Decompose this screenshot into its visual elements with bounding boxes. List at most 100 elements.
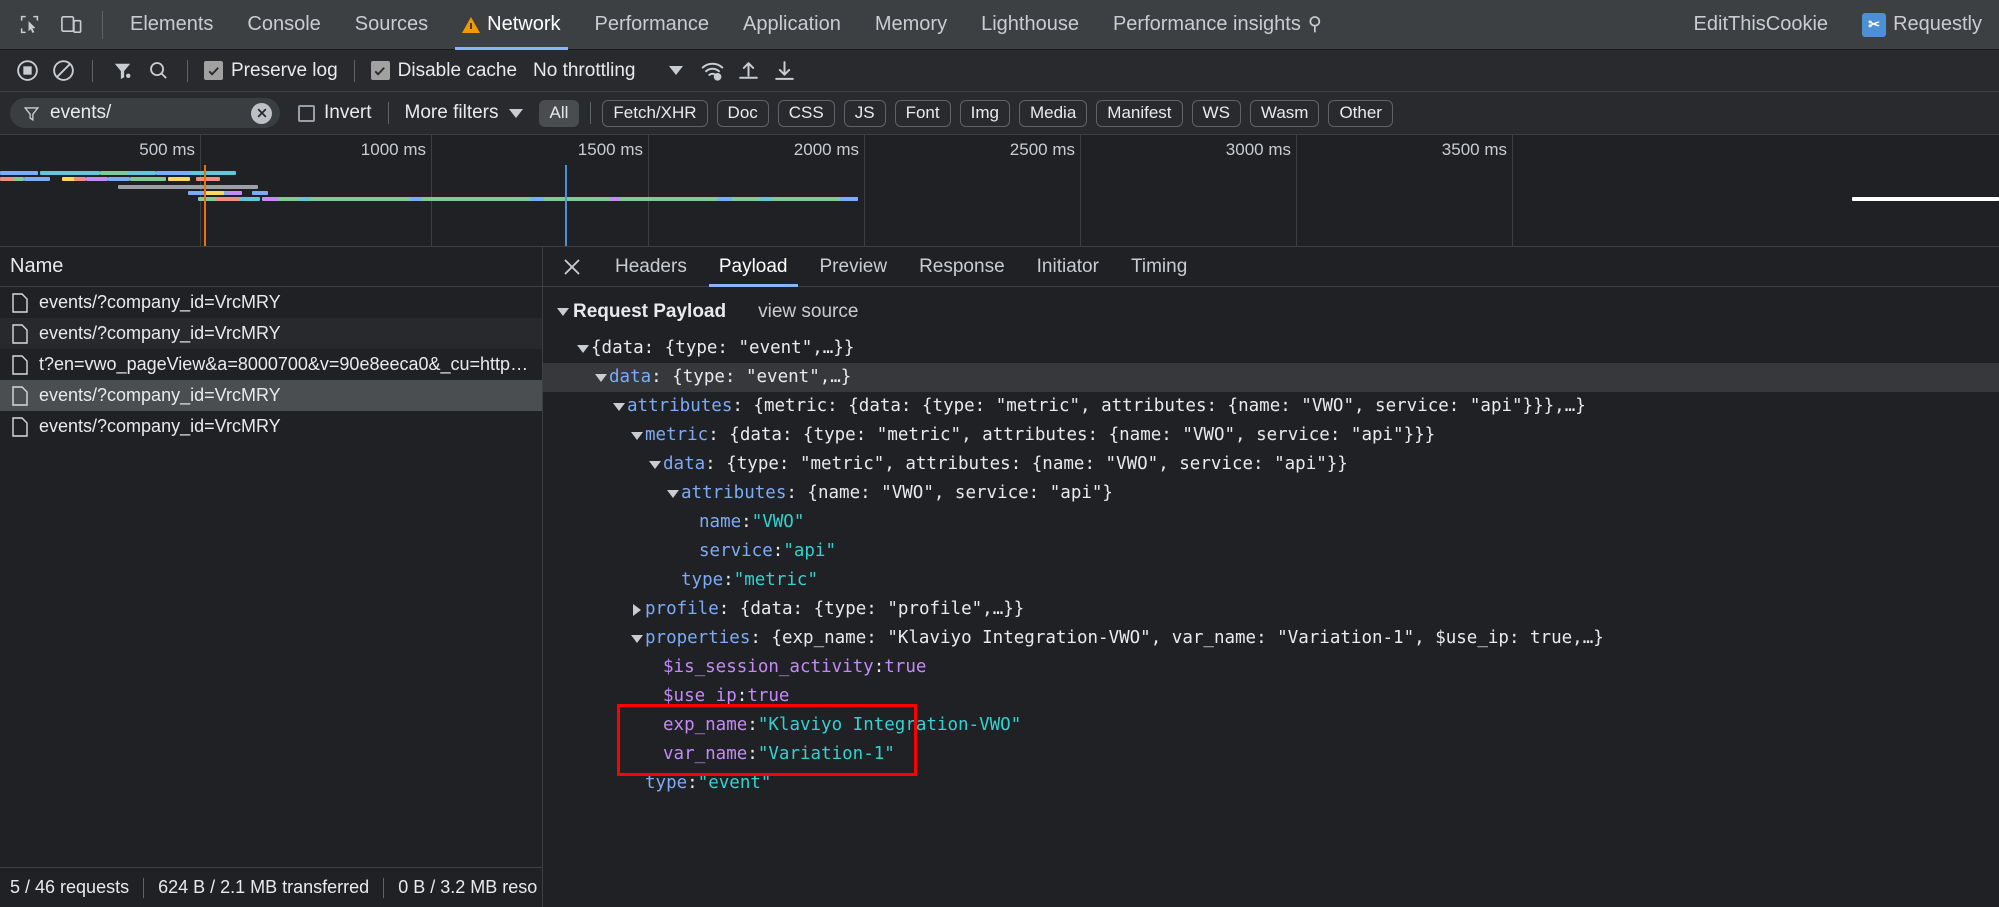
tab-application[interactable]: Application <box>726 0 858 50</box>
table-row[interactable]: events/?company_id=VrcMRY <box>0 318 542 349</box>
json-tree-row[interactable]: {data: {type: "event",…}} <box>543 334 1999 363</box>
json-tree-row[interactable]: data: {type: "event",…} <box>543 363 1999 392</box>
chip-label: Img <box>970 103 999 122</box>
status-divider <box>383 877 385 898</box>
tab-performance-insights[interactable]: Performance insights ⚲ <box>1096 0 1339 50</box>
close-icon[interactable] <box>555 250 589 284</box>
tab-network[interactable]: Network <box>445 0 577 50</box>
chip-css[interactable]: CSS <box>777 99 835 127</box>
json-text: : {type: "event",…} <box>651 367 852 387</box>
detail-tab-preview[interactable]: Preview <box>804 247 904 287</box>
filter-input-value[interactable]: events/ <box>50 102 242 124</box>
overview-bar <box>718 197 732 201</box>
section-title-label: Request Payload <box>573 301 727 322</box>
json-tree-row[interactable]: properties: {exp_name: "Klaviyo Integrat… <box>543 624 1999 653</box>
preserve-log-label: Preserve log <box>231 59 338 81</box>
request-payload-title[interactable]: Request Payload <box>557 297 726 326</box>
triangle-down-icon[interactable] <box>575 344 591 353</box>
detail-tab-timing[interactable]: Timing <box>1115 247 1203 287</box>
request-payload-viewer[interactable]: Request Payload view source {data: {type… <box>543 287 1999 907</box>
json-text: : <box>747 744 758 764</box>
json-text: : <box>741 512 752 532</box>
triangle-down-icon[interactable] <box>611 402 627 411</box>
chip-manifest[interactable]: Manifest <box>1096 99 1183 127</box>
triangle-down-icon[interactable] <box>629 634 645 643</box>
toolbar-divider <box>92 59 93 82</box>
json-tree-row[interactable]: name: "VWO" <box>543 508 1999 537</box>
table-row[interactable]: events/?company_id=VrcMRY <box>0 411 542 442</box>
json-tree-row[interactable]: type: "event" <box>543 769 1999 798</box>
table-row[interactable]: events/?company_id=VrcMRY <box>0 380 542 411</box>
chip-all[interactable]: All <box>538 99 580 127</box>
overview-bar <box>300 197 310 201</box>
request-rows: events/?company_id=VrcMRY events/?company… <box>0 287 542 867</box>
triangle-down-icon[interactable] <box>665 489 681 498</box>
json-tree-row[interactable]: $use_ip: true <box>543 682 1999 711</box>
json-value: "Klaviyo Integration-VWO" <box>757 715 1022 735</box>
chip-label: Other <box>1339 103 1382 122</box>
json-tree-row[interactable]: metric: {data: {type: "metric", attribut… <box>543 421 1999 450</box>
json-tree-row[interactable]: attributes: {name: "VWO", service: "api"… <box>543 479 1999 508</box>
json-tree-row[interactable]: service: "api" <box>543 537 1999 566</box>
throttling-dropdown[interactable]: No throttling <box>523 60 693 82</box>
device-toolbar-icon[interactable] <box>50 5 92 45</box>
detail-tab-headers[interactable]: Headers <box>599 247 703 287</box>
import-har-icon[interactable] <box>731 54 765 88</box>
chip-other[interactable]: Other <box>1328 99 1393 127</box>
request-list-header[interactable]: Name <box>0 247 542 287</box>
tab-performance[interactable]: Performance <box>578 0 727 50</box>
overview-bar <box>252 191 268 195</box>
json-tree-row[interactable]: type: "metric" <box>543 566 1999 595</box>
json-text: : {exp_name: "Klaviyo Integration-VWO", … <box>750 628 1604 648</box>
detail-tab-response[interactable]: Response <box>903 247 1021 287</box>
clear-network-log-icon[interactable] <box>46 54 80 88</box>
table-row[interactable]: events/?company_id=VrcMRY <box>0 287 542 318</box>
inspect-element-icon[interactable] <box>8 5 50 45</box>
tab-elements[interactable]: Elements <box>113 0 230 50</box>
chip-font[interactable]: Font <box>894 99 951 127</box>
tab-memory[interactable]: Memory <box>858 0 964 50</box>
filter-icon[interactable] <box>105 54 139 88</box>
json-tree-row[interactable]: $is_session_activity: true <box>543 653 1999 682</box>
filter-input[interactable]: events/ <box>10 98 280 128</box>
chip-wasm[interactable]: Wasm <box>1249 99 1320 127</box>
invert-checkbox[interactable]: Invert <box>298 102 372 124</box>
chip-ws[interactable]: WS <box>1191 99 1241 127</box>
chip-media[interactable]: Media <box>1018 99 1088 127</box>
overview-bar <box>74 177 86 181</box>
triangle-right-icon[interactable] <box>629 603 645 616</box>
json-tree-row[interactable]: var_name: "Variation-1" <box>543 740 1999 769</box>
tab-sources[interactable]: Sources <box>338 0 445 50</box>
triangle-down-icon[interactable] <box>647 460 663 469</box>
table-row[interactable]: t?en=vwo_pageView&a=8000700&v=90e8eeca0&… <box>0 349 542 380</box>
json-tree-row[interactable]: profile: {data: {type: "profile",…}} <box>543 595 1999 624</box>
json-tree-row[interactable]: exp_name: "Klaviyo Integration-VWO" <box>543 711 1999 740</box>
chip-img[interactable]: Img <box>959 99 1010 127</box>
more-filters-dropdown[interactable]: More filters <box>405 102 523 124</box>
json-key: metric <box>645 425 709 445</box>
triangle-down-icon[interactable] <box>629 431 645 440</box>
preserve-log-checkbox[interactable]: Preserve log <box>200 60 342 82</box>
triangle-down-icon[interactable] <box>593 373 609 382</box>
network-overview-timeline[interactable]: 500 ms 1000 ms 1500 ms 2000 ms 2500 ms 3000 m… <box>0 135 1999 247</box>
network-conditions-icon[interactable] <box>695 54 729 88</box>
detail-tab-payload[interactable]: Payload <box>703 247 804 287</box>
chip-js[interactable]: JS <box>843 99 886 127</box>
json-tree-row[interactable]: data: {type: "metric", attributes: {name… <box>543 450 1999 479</box>
json-tree-row[interactable]: attributes: {metric: {data: {type: "metr… <box>543 392 1999 421</box>
search-icon[interactable] <box>141 54 175 88</box>
record-stop-icon[interactable] <box>10 54 44 88</box>
detail-tab-initiator[interactable]: Initiator <box>1021 247 1115 287</box>
view-source-link[interactable]: view source <box>758 297 858 326</box>
devtools-window: Elements Console Sources Network Perform… <box>0 0 1999 907</box>
tab-console[interactable]: Console <box>230 0 337 50</box>
clear-filter-icon[interactable] <box>251 102 272 124</box>
tab-requestly[interactable]: ✂ Requestly <box>1845 0 1999 50</box>
disable-cache-checkbox[interactable]: Disable cache <box>367 60 521 82</box>
export-har-icon[interactable] <box>767 54 801 88</box>
chip-label: Font <box>905 103 940 122</box>
tab-editthiscookie[interactable]: EditThisCookie <box>1677 0 1846 50</box>
chip-doc[interactable]: Doc <box>716 99 769 127</box>
chip-fetch-xhr[interactable]: Fetch/XHR <box>602 99 708 127</box>
tab-lighthouse[interactable]: Lighthouse <box>964 0 1096 50</box>
